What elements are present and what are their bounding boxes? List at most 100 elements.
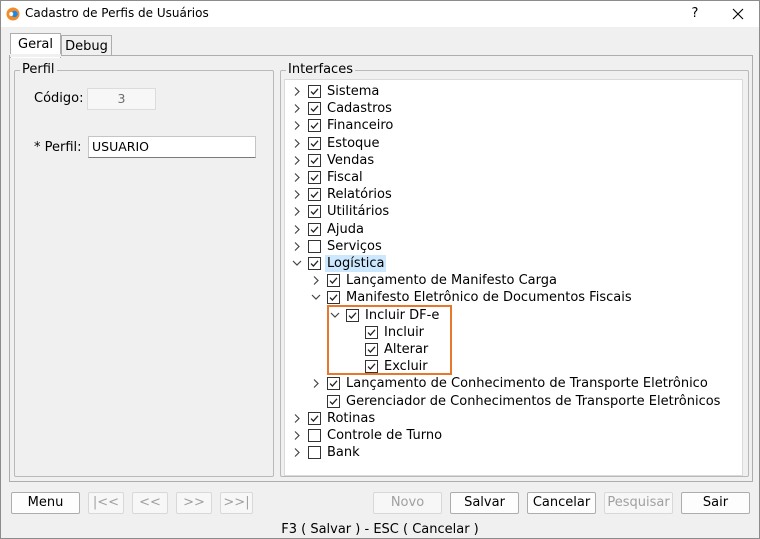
tree-node[interactable]: Vendas xyxy=(291,152,735,169)
tree-node-checkbox[interactable] xyxy=(327,377,340,391)
tree-node[interactable]: Financeiro xyxy=(291,117,735,134)
tree-node[interactable]: Fiscal xyxy=(291,169,735,186)
app-logo-icon xyxy=(6,7,20,21)
tab-debug-label: Debug xyxy=(65,39,108,54)
title-bar: Cadastro de Perfis de Usuários ? xyxy=(1,1,759,27)
tree-node[interactable]: Gerenciador de Conhecimentos de Transpor… xyxy=(310,393,735,410)
checkmark-icon xyxy=(310,415,319,422)
tree-node[interactable]: Relatórios xyxy=(291,186,735,203)
tree-node[interactable]: Cadastros xyxy=(291,100,735,117)
tree-node-checkbox[interactable] xyxy=(308,153,321,167)
salvar-button[interactable]: Salvar xyxy=(450,492,519,514)
tree-node-checkbox[interactable] xyxy=(308,171,321,184)
checkmark-icon xyxy=(367,346,376,353)
interfaces-tree[interactable]: Sistema Cadastros Financeiro Estoque Vendas F… xyxy=(284,79,743,476)
chevron-right-icon[interactable] xyxy=(291,427,303,444)
chevron-right-icon[interactable] xyxy=(291,203,303,220)
chevron-right-icon[interactable] xyxy=(291,238,303,255)
window-title: Cadastro de Perfis de Usuários xyxy=(25,6,209,20)
chevron-right-icon[interactable] xyxy=(310,272,322,289)
tree-node-checkbox[interactable] xyxy=(365,360,378,374)
perfil-group-title: Perfil xyxy=(20,62,57,78)
perfil-input[interactable]: USUARIO xyxy=(88,136,256,158)
next-record-button[interactable]: >> xyxy=(176,492,212,514)
checkmark-icon xyxy=(310,174,319,181)
chevron-right-icon[interactable] xyxy=(291,221,303,238)
tree-node[interactable]: Utilitários xyxy=(291,203,735,220)
tree-node[interactable]: Ajuda xyxy=(291,221,735,238)
tree-node-checkbox[interactable] xyxy=(308,411,321,425)
tree-node[interactable]: Manifesto Eletrônico de Documentos Fisca… xyxy=(310,289,735,306)
tree-node[interactable]: Alterar xyxy=(348,341,735,358)
tree-node-label: Cadastros xyxy=(327,101,392,117)
perfil-group: Perfil xyxy=(14,62,274,477)
first-record-button[interactable]: |<< xyxy=(88,492,124,514)
tree-node-checkbox[interactable] xyxy=(308,85,321,98)
tree-node[interactable]: Lançamento de Manifesto Carga xyxy=(310,272,735,289)
chevron-right-icon[interactable] xyxy=(291,100,303,117)
tree-node-checkbox[interactable] xyxy=(308,119,321,133)
tree-node-checkbox[interactable] xyxy=(346,308,359,322)
chevron-right-icon[interactable] xyxy=(310,375,322,392)
tree-node-checkbox[interactable] xyxy=(327,394,340,408)
tree-node-checkbox[interactable] xyxy=(308,222,321,236)
tree-node[interactable]: Estoque xyxy=(291,135,735,152)
checkmark-icon xyxy=(310,139,319,147)
tree-node-label: Serviços xyxy=(327,238,382,254)
tree-node-label: Incluir xyxy=(384,324,425,340)
tree-node-label: Rotinas xyxy=(327,410,376,426)
tree-node-checkbox[interactable] xyxy=(308,257,321,270)
chevron-right-icon[interactable] xyxy=(291,186,303,203)
tree-node-checkbox[interactable] xyxy=(308,205,321,219)
novo-button[interactable]: Novo xyxy=(373,492,442,514)
checkmark-icon xyxy=(310,208,319,216)
tree-node-checkbox[interactable] xyxy=(308,239,321,253)
chevron-right-icon[interactable] xyxy=(291,152,303,169)
tree-node-checkbox[interactable] xyxy=(327,274,340,288)
chevron-right-icon[interactable] xyxy=(291,135,303,152)
tree-node[interactable]: Rotinas xyxy=(291,410,735,427)
tree-node-checkbox[interactable] xyxy=(308,136,321,150)
chevron-down-icon[interactable] xyxy=(310,289,322,306)
profile-dialog: Cadastro de Perfis de Usuários ? Geral D… xyxy=(0,0,760,539)
chevron-down-icon[interactable] xyxy=(329,307,341,324)
tree-node-checkbox[interactable] xyxy=(327,291,340,305)
tree-node-checkbox[interactable] xyxy=(308,102,321,116)
tree-node-checkbox[interactable] xyxy=(365,325,378,339)
checkmark-icon xyxy=(367,329,376,336)
tab-geral-label: Geral xyxy=(18,37,53,52)
chevron-down-icon[interactable] xyxy=(291,255,303,272)
chevron-right-icon[interactable] xyxy=(291,169,303,186)
prev-record-button[interactable]: << xyxy=(132,492,168,514)
tree-node[interactable]: Serviços xyxy=(291,238,735,255)
chevron-right-icon[interactable] xyxy=(291,444,303,461)
checkmark-icon xyxy=(329,294,338,302)
checkmark-icon xyxy=(310,260,319,267)
cancelar-button[interactable]: Cancelar xyxy=(527,492,596,514)
tree-node-checkbox[interactable] xyxy=(308,429,321,442)
tree-node[interactable]: Logística xyxy=(291,255,735,272)
tree-node-label: Utilitários xyxy=(327,204,390,220)
chevron-right-icon[interactable] xyxy=(291,410,303,427)
tree-node[interactable]: Excluir xyxy=(348,358,735,375)
checkmark-icon xyxy=(348,311,357,319)
chevron-right-icon[interactable] xyxy=(291,117,303,134)
tree-node[interactable]: Bank xyxy=(291,444,735,461)
tree-node[interactable]: Controle de Turno xyxy=(291,427,735,444)
close-button[interactable] xyxy=(728,4,748,24)
tree-node-label: Manifesto Eletrônico de Documentos Fisca… xyxy=(346,290,632,306)
chevron-right-icon[interactable] xyxy=(291,83,303,100)
tree-node-checkbox[interactable] xyxy=(308,188,321,202)
tree-node-checkbox[interactable] xyxy=(365,343,378,356)
last-record-button[interactable]: >>| xyxy=(220,492,253,514)
tree-node[interactable]: Incluir DF-e xyxy=(329,307,735,324)
tree-node[interactable]: Incluir xyxy=(348,324,735,341)
tree-node-checkbox[interactable] xyxy=(308,446,321,460)
tree-node[interactable]: Sistema xyxy=(291,83,735,100)
help-button[interactable]: ? xyxy=(685,4,705,24)
checkmark-icon xyxy=(329,277,338,285)
sair-button[interactable]: Sair xyxy=(681,492,750,514)
pesquisar-button[interactable]: Pesquisar xyxy=(604,492,673,514)
menu-button[interactable]: Menu xyxy=(11,492,80,514)
tree-node[interactable]: Lançamento de Conhecimento de Transporte… xyxy=(310,375,735,392)
